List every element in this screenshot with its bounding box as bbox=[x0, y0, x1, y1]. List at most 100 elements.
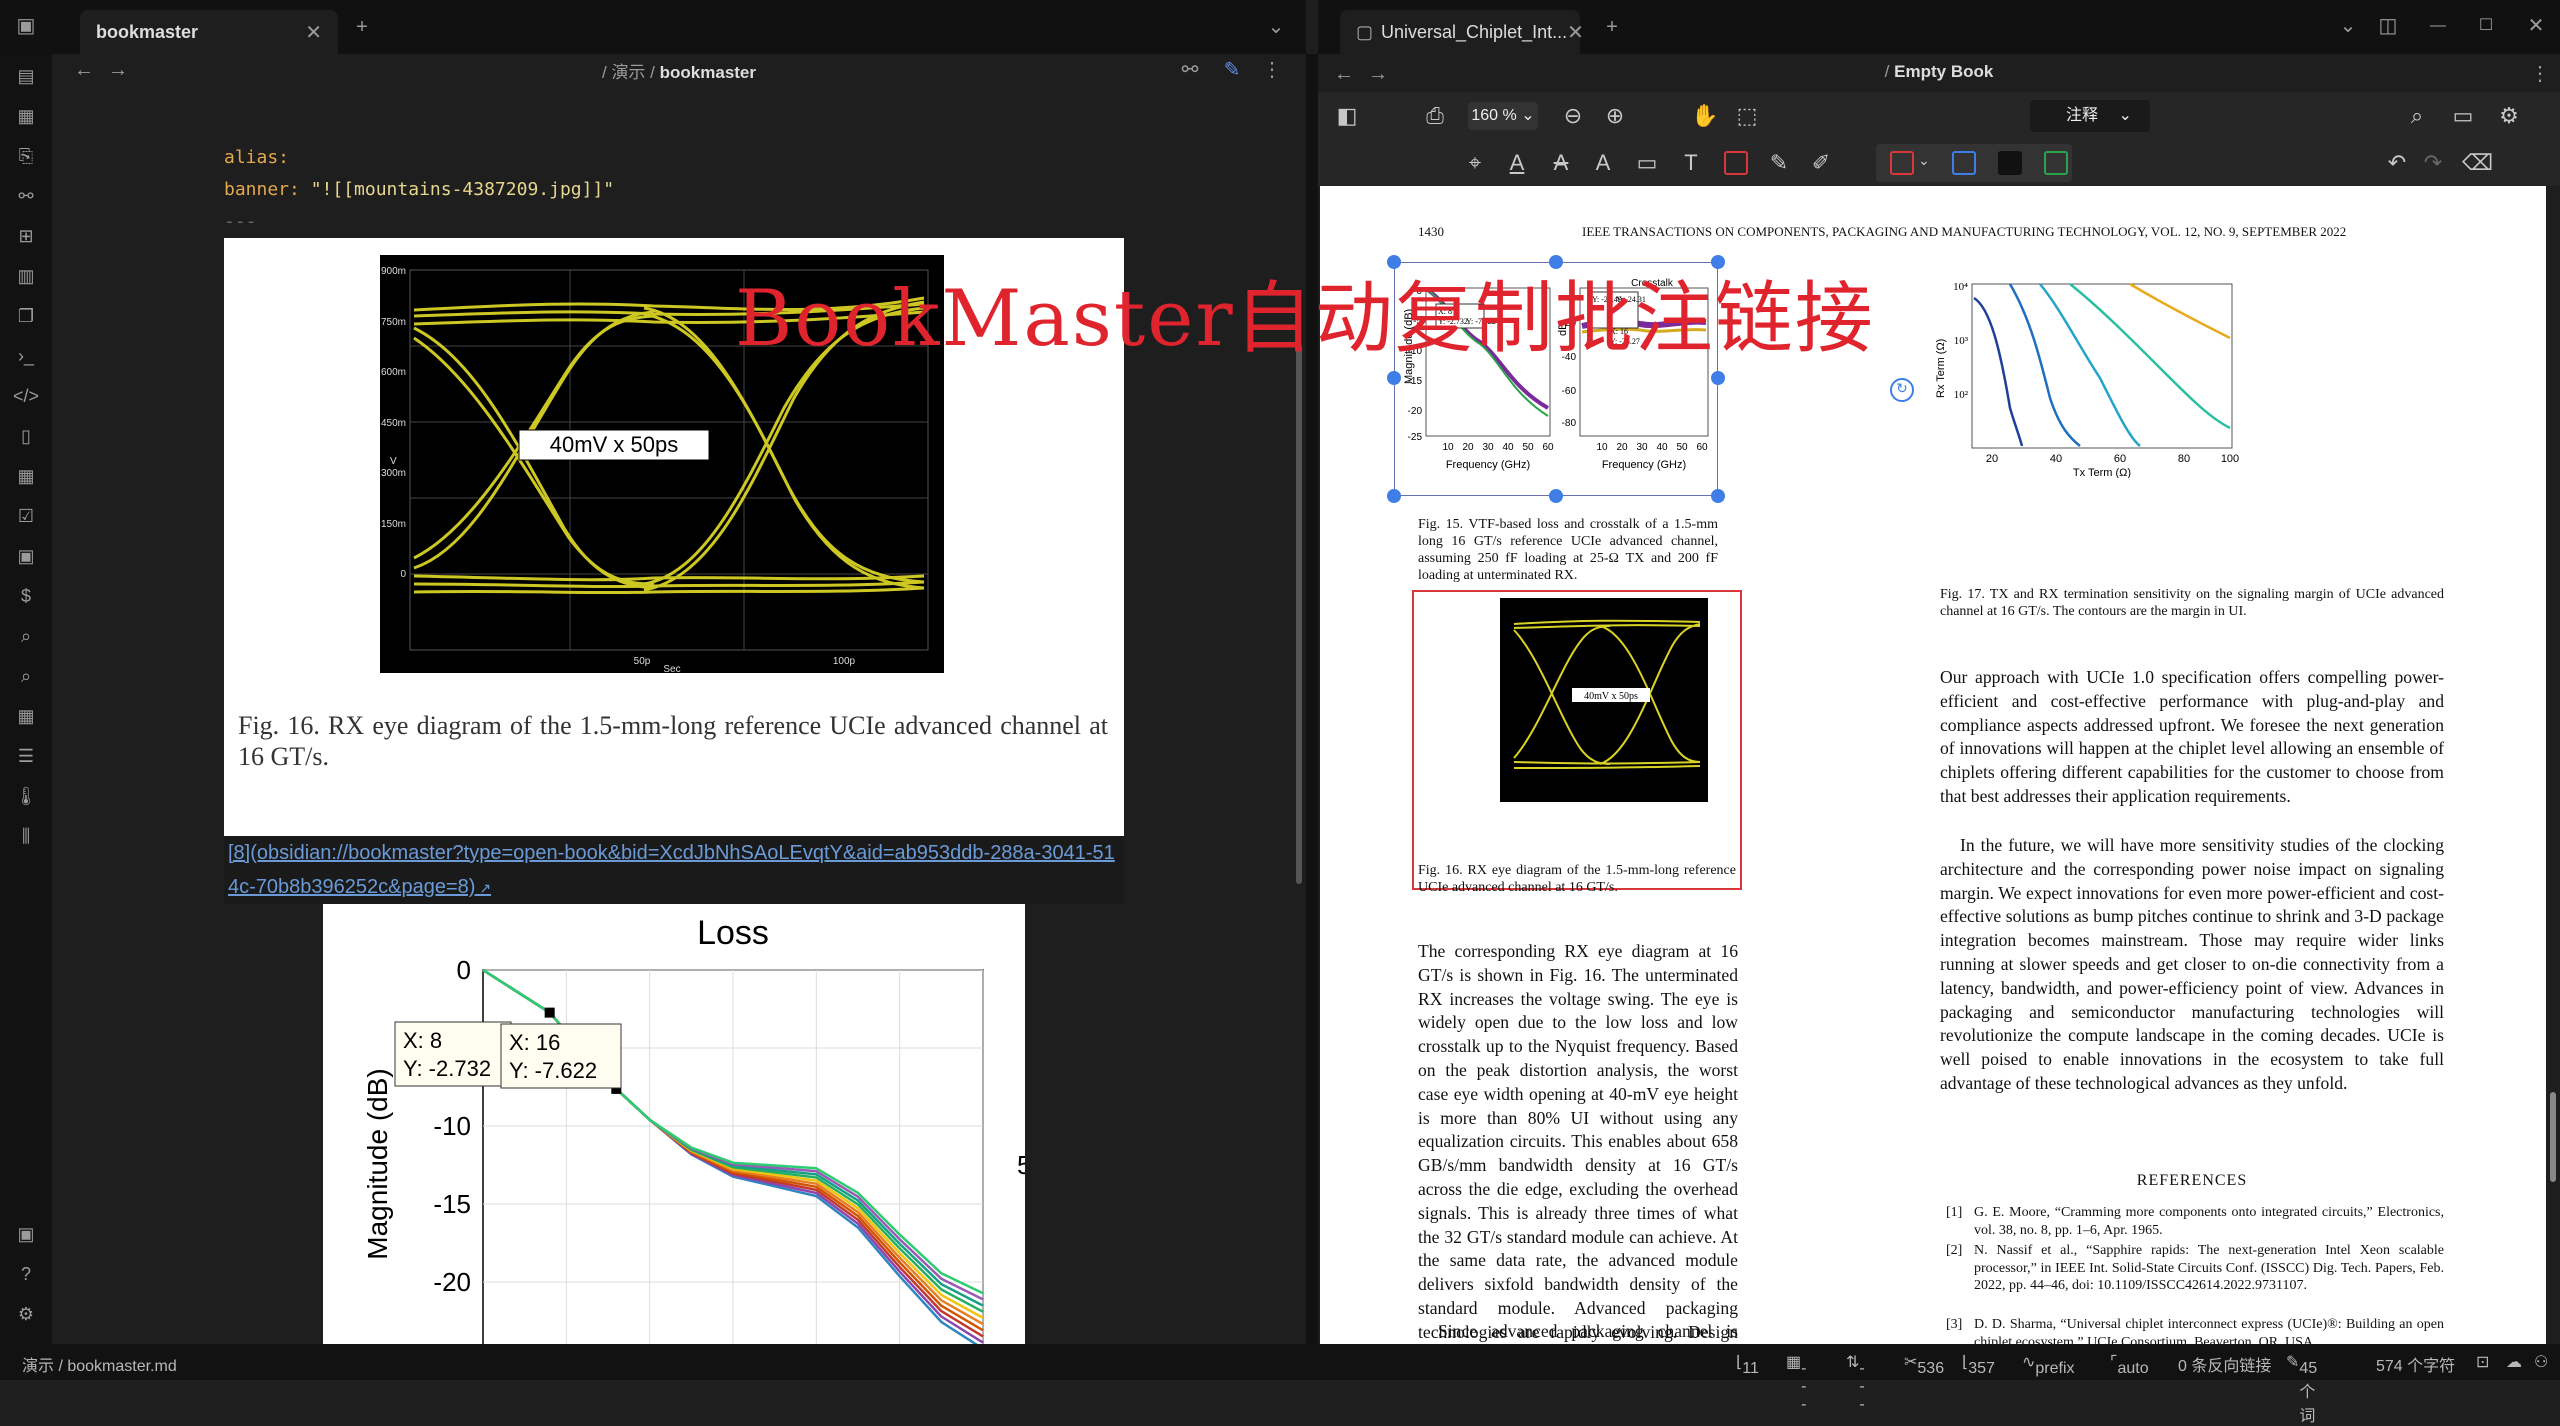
search-2-icon[interactable]: ⌕ bbox=[12, 662, 40, 690]
minimize-icon[interactable]: — bbox=[2424, 12, 2452, 40]
help-icon[interactable]: ? bbox=[12, 1260, 40, 1288]
code-icon[interactable]: </> bbox=[12, 382, 40, 410]
tab-bookmaster[interactable]: bookmaster ✕ bbox=[80, 10, 338, 54]
svg-text:50: 50 bbox=[1522, 442, 1534, 453]
color-black[interactable] bbox=[1998, 151, 2022, 175]
list-icon[interactable]: ☰ bbox=[12, 742, 40, 770]
text-select-icon[interactable]: ⌖ bbox=[1460, 148, 1490, 178]
svg-text:-60: -60 bbox=[1562, 386, 1577, 397]
underline-icon[interactable]: A bbox=[1502, 148, 1532, 178]
refresh-icon[interactable]: ↻ bbox=[1890, 378, 1914, 402]
sidebar-toggle-icon[interactable]: ▣ bbox=[12, 12, 40, 40]
more-options-icon[interactable]: ⋮ bbox=[1258, 56, 1286, 84]
color-blue[interactable] bbox=[1952, 151, 1976, 175]
status-path[interactable]: 演示 / bookmaster.md bbox=[22, 1352, 177, 1376]
left-scrollbar[interactable] bbox=[1296, 344, 1302, 884]
zoom-out-icon[interactable]: ⊖ bbox=[1558, 101, 1588, 131]
selection-icon[interactable]: ⬚ bbox=[1732, 101, 1762, 131]
y-tick: 750m bbox=[381, 317, 406, 328]
calendar-check-icon[interactable]: ☑ bbox=[12, 502, 40, 530]
library-icon[interactable]: ⫼ bbox=[12, 822, 40, 850]
more-options-icon[interactable]: ⋮ bbox=[2526, 60, 2554, 88]
split-view-icon[interactable]: ◫ bbox=[2374, 12, 2402, 40]
pdf-scrollbar[interactable] bbox=[2550, 1092, 2556, 1182]
calendar-icon[interactable]: ▦ bbox=[12, 102, 40, 130]
breadcrumb-current[interactable]: Empty Book bbox=[1894, 62, 1993, 81]
redo-icon[interactable]: ↷ bbox=[2418, 148, 2448, 178]
breadcrumb-parent[interactable]: 演示 bbox=[611, 63, 645, 82]
sync-icon[interactable]: ☁ bbox=[2506, 1352, 2522, 1372]
hand-tool-icon[interactable]: ✋ bbox=[1690, 101, 1720, 131]
page-icon[interactable]: ⎙ bbox=[1420, 101, 1450, 131]
sidebar-icon[interactable]: ◧ bbox=[1332, 101, 1362, 131]
template-icon[interactable]: ▣ bbox=[12, 542, 40, 570]
backlinks-count[interactable]: 0 条反向链接 bbox=[2178, 1352, 2271, 1376]
close-icon[interactable]: ✕ bbox=[1567, 20, 1584, 45]
svg-text:10: 10 bbox=[1442, 442, 1454, 453]
thermometer-icon[interactable]: 🌡 bbox=[12, 782, 40, 810]
dollar-icon[interactable]: $ bbox=[12, 582, 40, 610]
mode-select[interactable]: 注释 ⌄ bbox=[2030, 100, 2150, 132]
rectangle-icon[interactable] bbox=[1724, 151, 1748, 175]
canvas-icon[interactable]: ⊞ bbox=[12, 222, 40, 250]
figure-17-contour: Rx Term (Ω) 10⁴ 10³ 10² 20 40 60 80 100 … bbox=[1935, 281, 2239, 478]
calendar-2-icon[interactable]: ▦ bbox=[12, 462, 40, 490]
graph-view-icon[interactable]: ⚯ bbox=[1176, 56, 1204, 84]
y-tick-label: -10 bbox=[433, 1111, 471, 1141]
daily-note-icon[interactable]: ▥ bbox=[12, 262, 40, 290]
new-tab-icon[interactable]: + bbox=[348, 13, 376, 41]
annotation-link[interactable]: [8](obsidian://bookmaster?type=open-book… bbox=[224, 836, 1124, 904]
vault-icon[interactable]: ▣ bbox=[12, 1220, 40, 1248]
copy-icon[interactable]: ❐ bbox=[12, 302, 40, 330]
zoom-select[interactable]: 160 % ⌄ bbox=[1468, 102, 1538, 130]
lock-icon[interactable]: ⊡ bbox=[2476, 1352, 2489, 1372]
chevron-down-icon[interactable]: ⌄ bbox=[1262, 13, 1290, 41]
note-icon[interactable]: ▭ bbox=[1632, 148, 1662, 178]
loss-chart-image[interactable]: Loss 0-5-10-15-20-25 102030405060 Magnit… bbox=[323, 904, 1031, 1396]
x-axis-label: Sec bbox=[663, 664, 680, 675]
comments-icon[interactable]: ▭ bbox=[2448, 101, 2478, 131]
table-icon[interactable]: ▦ bbox=[12, 702, 40, 730]
new-tab-icon[interactable]: + bbox=[1598, 13, 1626, 41]
open-file-icon[interactable]: ⎘ bbox=[12, 142, 40, 170]
zoom-value: 160 % bbox=[1471, 107, 1517, 124]
svg-text:60: 60 bbox=[1542, 442, 1554, 453]
status-item[interactable]: ⌜ auto bbox=[2110, 1352, 2149, 1377]
svg-text:40mV x 50ps: 40mV x 50ps bbox=[1584, 691, 1638, 702]
edit-icon[interactable]: ✎ bbox=[1218, 56, 1246, 84]
chevron-down-icon[interactable]: ⌄ bbox=[1918, 152, 1930, 169]
frontmatter[interactable]: alias: banner: "![[mountains-4387209.jpg… bbox=[224, 142, 614, 238]
maximize-icon[interactable]: ☐ bbox=[2472, 12, 2500, 40]
close-window-icon[interactable]: ✕ bbox=[2522, 12, 2550, 40]
graph-icon[interactable]: ⚯ bbox=[12, 182, 40, 210]
figure-17-caption: Fig. 17. TX and RX termination sensitivi… bbox=[1940, 587, 2444, 619]
tab-pdf[interactable]: ▢ Universal_Chiplet_Int... ✕ bbox=[1340, 10, 1584, 54]
link-text[interactable]: [8](obsidian://bookmaster?type=open-book… bbox=[228, 842, 1115, 898]
color-green[interactable] bbox=[2044, 151, 2068, 175]
zoom-in-icon[interactable]: ⊕ bbox=[1600, 101, 1630, 131]
file-explorer-icon[interactable]: ▤ bbox=[12, 62, 40, 90]
status-item[interactable]: ∿ prefix bbox=[2022, 1352, 2075, 1377]
search-icon[interactable]: ⌕ bbox=[12, 622, 40, 650]
eraser-icon[interactable]: ⌫ bbox=[2462, 148, 2493, 178]
color-red[interactable] bbox=[1890, 151, 1914, 175]
data-point-marker bbox=[544, 1007, 555, 1018]
strikethrough-icon[interactable]: A bbox=[1546, 148, 1576, 178]
search-icon[interactable]: ⌕ bbox=[2402, 101, 2432, 131]
breadcrumb-current[interactable]: bookmaster bbox=[660, 63, 756, 82]
pane-divider[interactable] bbox=[1306, 54, 1318, 1344]
book-icon[interactable]: ▯ bbox=[12, 422, 40, 450]
people-icon[interactable]: ⚇ bbox=[2534, 1352, 2548, 1372]
chevron-down-icon[interactable]: ⌄ bbox=[2334, 12, 2362, 40]
left-tab-bar: ▣ bookmaster ✕ + ⌄ bbox=[0, 0, 1306, 54]
terminal-icon[interactable]: ›_ bbox=[12, 342, 40, 370]
undo-icon[interactable]: ↶ bbox=[2382, 148, 2412, 178]
highlighter-icon[interactable]: ✐ bbox=[1806, 148, 1836, 178]
settings-icon[interactable]: ⚙ bbox=[2494, 101, 2524, 131]
pen-icon[interactable]: ✎ bbox=[1764, 148, 1794, 178]
settings-icon[interactable]: ⚙ bbox=[12, 1300, 40, 1328]
svg-text:-20: -20 bbox=[1408, 406, 1423, 417]
text-icon[interactable]: T bbox=[1676, 148, 1706, 178]
squiggly-icon[interactable]: A bbox=[1588, 148, 1618, 178]
close-icon[interactable]: ✕ bbox=[305, 20, 322, 45]
